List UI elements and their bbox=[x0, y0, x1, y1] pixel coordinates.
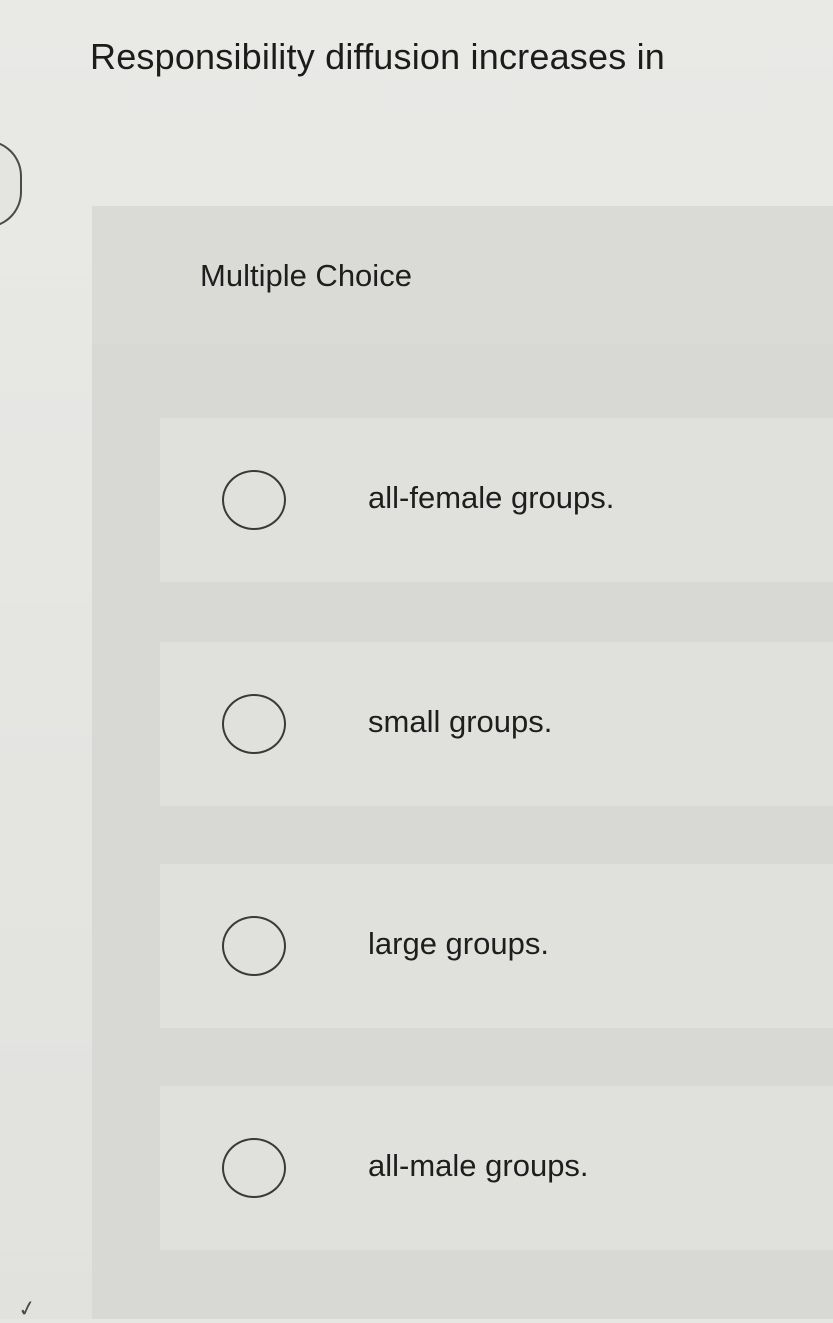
panel-header: Multiple Choice bbox=[92, 206, 833, 344]
answer-option-label: large groups. bbox=[368, 926, 549, 961]
question-title: Responsibility diffusion increases in bbox=[90, 36, 666, 77]
answer-option-label: all-male groups. bbox=[368, 1148, 589, 1183]
answer-option-1[interactable]: all-female groups. bbox=[160, 418, 833, 582]
radio-circle-icon[interactable] bbox=[222, 694, 286, 754]
answer-panel: Multiple Choice all-female groups. small… bbox=[92, 206, 833, 1319]
radio-circle-icon[interactable] bbox=[222, 916, 286, 976]
answer-option-label: all-female groups. bbox=[368, 480, 615, 515]
question-type-label: Multiple Choice bbox=[200, 258, 412, 293]
answer-option-label: small groups. bbox=[368, 704, 553, 739]
answer-option-3[interactable]: large groups. bbox=[160, 864, 833, 1028]
answer-option-4[interactable]: all-male groups. bbox=[160, 1086, 833, 1250]
radio-circle-icon[interactable] bbox=[222, 470, 286, 530]
answer-option-2[interactable]: small groups. bbox=[160, 642, 833, 806]
radio-circle-icon[interactable] bbox=[222, 1138, 286, 1198]
